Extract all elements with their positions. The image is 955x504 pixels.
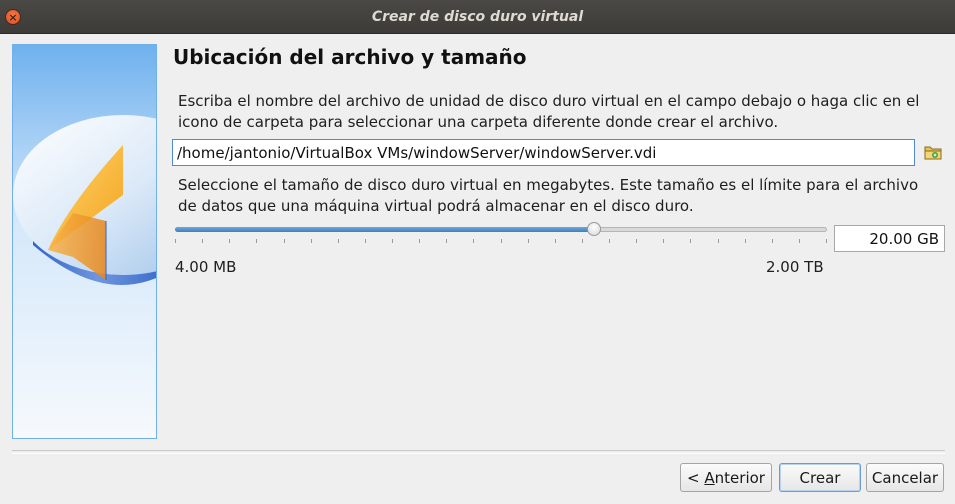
slider-tick [799, 239, 800, 243]
slider-tick [528, 239, 529, 243]
window-title: Crear de disco duro virtual [371, 9, 584, 25]
size-value-input[interactable] [834, 225, 945, 252]
slider-handle[interactable] [587, 222, 601, 236]
slider-tick [202, 239, 203, 243]
slider-tick [555, 239, 556, 243]
page-title: Ubicación del archivo y tamaño [173, 45, 527, 69]
slider-tick [582, 239, 583, 243]
create-button[interactable]: Crear [779, 463, 861, 492]
slider-tick [690, 239, 691, 243]
back-button[interactable]: < Anterior [680, 463, 772, 492]
slider-tick [446, 239, 447, 243]
slider-tick [284, 239, 285, 243]
wizard-side-image [12, 44, 157, 439]
slider-tick [772, 239, 773, 243]
choose-folder-button[interactable] [922, 141, 944, 163]
slider-tick [175, 239, 176, 243]
back-button-label: nterior [714, 468, 765, 487]
back-button-mnemonic: A [704, 468, 715, 487]
slider-tick [636, 239, 637, 243]
slider-tick [826, 239, 827, 243]
dialog-window: × Crear de disco duro virtual Ubicación … [0, 0, 955, 504]
back-button-prefix: < [687, 468, 705, 487]
slider-fill [175, 227, 594, 232]
slider-tick [419, 239, 420, 243]
slider-tick [392, 239, 393, 243]
slider-tick [311, 239, 312, 243]
hard-disk-illustration-icon [13, 45, 156, 438]
slider-tick [609, 239, 610, 243]
file-description: Escriba el nombre del archivo de unidad … [178, 92, 920, 131]
slider-min-label: 4.00 MB [175, 258, 237, 276]
slider-tick [473, 239, 474, 243]
slider-tick [256, 239, 257, 243]
slider-tick [338, 239, 339, 243]
size-description: Seleccione el tamaño de disco duro virtu… [178, 176, 919, 215]
file-path-input[interactable] [172, 139, 915, 166]
slider-max-label: 2.00 TB [766, 258, 824, 276]
slider-tick [229, 239, 230, 243]
slider-tick [501, 239, 502, 243]
title-bar[interactable]: × Crear de disco duro virtual [0, 0, 955, 34]
slider-tick [745, 239, 746, 243]
slider-tick [663, 239, 664, 243]
button-separator [12, 450, 945, 454]
cancel-button[interactable]: Cancelar [866, 463, 944, 492]
folder-icon [924, 146, 942, 160]
size-slider[interactable] [175, 222, 827, 244]
slider-tick [718, 239, 719, 243]
slider-tick [365, 239, 366, 243]
